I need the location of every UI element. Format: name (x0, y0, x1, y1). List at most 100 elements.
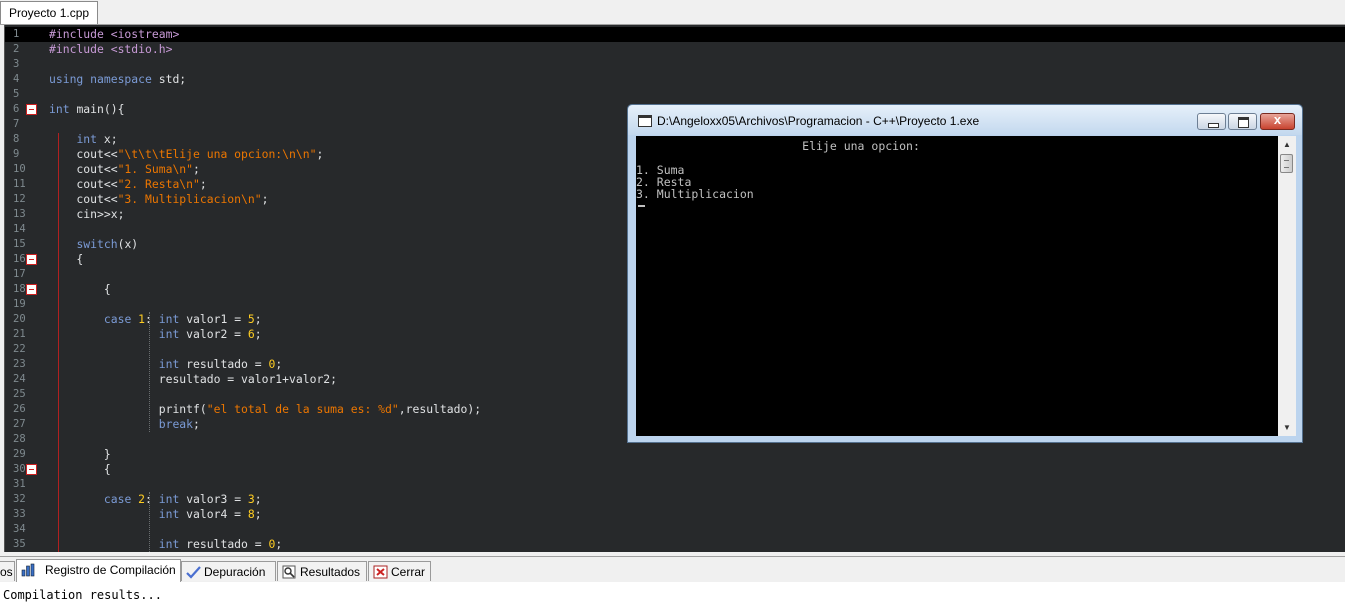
code-token: 3 (247, 492, 255, 506)
line-number: 12 (13, 193, 26, 205)
code-token: ; (254, 492, 262, 506)
code-line[interactable]: cout<<"1. Suma\n"; (49, 162, 199, 177)
line-number: 8 (13, 133, 20, 145)
console-window[interactable]: D:\Angeloxx05\Archivos\Programacion - C+… (627, 104, 1303, 443)
scroll-down-arrow-icon[interactable]: ▼ (1278, 419, 1296, 436)
code-token: #include <stdio.h> (49, 42, 173, 56)
fold-toggle-icon[interactable] (26, 254, 37, 265)
code-token: cout<< (49, 147, 118, 161)
code-line[interactable]: cout<<"\t\t\tElije una opcion:\n\n"; (49, 147, 323, 162)
code-token: 1 (138, 312, 146, 326)
console-title: D:\Angeloxx05\Archivos\Programacion - C+… (657, 114, 980, 128)
code-token: ; (254, 507, 262, 521)
line-number: 25 (13, 388, 26, 400)
code-line[interactable]: int x; (49, 132, 117, 147)
line-number: 34 (13, 523, 26, 535)
tab-depuracion[interactable]: Depuración (181, 561, 276, 581)
console-text-area: Elije una opcion: 1. Suma 2. Resta 3. Multi… (636, 136, 1278, 436)
code-line[interactable]: } (49, 447, 111, 462)
close-icon: x (1273, 112, 1282, 127)
code-line[interactable]: resultado = valor1+valor2; (49, 372, 337, 387)
fold-toggle-icon[interactable] (26, 284, 37, 295)
line-number: 15 (13, 238, 26, 250)
line-number: 19 (13, 298, 26, 310)
code-token: : (145, 312, 159, 326)
code-token: { (49, 282, 111, 296)
code-line[interactable]: int main(){ (49, 102, 124, 117)
code-line[interactable]: cout<<"2. Resta\n"; (49, 177, 207, 192)
code-line[interactable]: { (49, 252, 83, 267)
code-line[interactable]: #include <stdio.h> (49, 42, 172, 57)
close-icon (373, 565, 388, 579)
line-number: 31 (13, 478, 26, 490)
console-line: 3. Multiplicacion (636, 187, 754, 201)
tab-compilador[interactable]: os (0, 561, 15, 581)
code-line[interactable]: int valor4 = 8; (49, 507, 262, 522)
console-output[interactable]: Elije una opcion: 1. Suma 2. Resta 3. Multi… (636, 136, 1296, 436)
code-token: valor1 = (186, 312, 248, 326)
code-token: ; (254, 327, 262, 341)
close-window-button[interactable]: x (1260, 112, 1295, 130)
code-line[interactable]: case 2: int valor3 = 3; (49, 492, 262, 507)
code-token: main(){ (76, 102, 125, 116)
code-token: "1. Suma\n" (117, 162, 194, 176)
code-line[interactable]: printf("el total de la suma es: %d",resu… (49, 402, 481, 417)
code-token: int (158, 327, 187, 341)
code-token: cin>>x; (49, 207, 125, 221)
code-line[interactable]: #include <iostream> (49, 27, 179, 42)
scroll-up-arrow-icon[interactable]: ▲ (1278, 136, 1296, 153)
code-line[interactable]: cin>>x; (49, 207, 124, 222)
line-number: 21 (13, 328, 26, 340)
code-token: { (49, 252, 84, 266)
code-token: valor2 = (186, 327, 248, 341)
console-title-bar[interactable]: D:\Angeloxx05\Archivos\Programacion - C+… (628, 105, 1302, 135)
line-number: 1 (13, 28, 20, 40)
minimize-button[interactable] (1197, 113, 1226, 130)
code-line[interactable]: int valor2 = 6; (49, 327, 262, 342)
tab-resultados[interactable]: Resultados (277, 561, 367, 581)
fold-margin (26, 25, 59, 552)
code-line[interactable]: break; (49, 417, 200, 432)
line-number: 29 (13, 448, 26, 460)
code-line[interactable]: { (49, 282, 111, 297)
code-line[interactable]: { (49, 462, 111, 477)
tab-cerrar[interactable]: Cerrar (368, 561, 431, 581)
fold-toggle-icon[interactable] (26, 464, 37, 475)
console-scrollbar[interactable]: ▲ ▼ (1278, 136, 1296, 436)
code-line[interactable]: int resultado = 0; (49, 357, 282, 372)
code-line[interactable]: switch(x) (49, 237, 138, 252)
code-token: int (158, 537, 187, 551)
line-number: 26 (13, 403, 26, 415)
code-token: 2 (138, 492, 146, 506)
editor-tab-bar: Proyecto 1.cpp (0, 0, 1345, 25)
code-token: ; (199, 177, 207, 191)
line-number: 3 (13, 58, 20, 70)
bottom-panel-tabs: os Registro de Compilación Depuración Re… (0, 556, 1345, 582)
code-token: switch (76, 237, 118, 251)
console-line: Elije una opcion: (636, 139, 920, 153)
code-token: 8 (247, 507, 255, 521)
tab-proyecto-cpp[interactable]: Proyecto 1.cpp (0, 1, 99, 24)
tab-registro-compilacion[interactable]: Registro de Compilación (16, 559, 181, 582)
code-token: cout<< (49, 177, 118, 191)
console-app-icon (638, 115, 652, 127)
code-token: ; (316, 147, 324, 161)
code-token: int (158, 492, 187, 506)
compiler-output-panel[interactable]: Compilation results... (0, 582, 1345, 605)
code-token: ; (275, 357, 283, 371)
code-line[interactable]: int resultado = 0; (49, 537, 282, 552)
code-token: "\t\t\tElije una opcion:\n\n" (117, 147, 317, 161)
fold-toggle-icon[interactable] (26, 104, 37, 115)
code-token: valor4 = (186, 507, 248, 521)
indent-guide (149, 312, 150, 432)
maximize-button[interactable] (1228, 113, 1257, 130)
scrollbar-thumb[interactable] (1280, 154, 1293, 173)
code-line[interactable]: using namespace std; (49, 72, 186, 87)
line-number: 11 (13, 178, 26, 190)
code-line[interactable]: case 1: int valor1 = 5; (49, 312, 262, 327)
code-line[interactable]: cout<<"3. Multiplicacion\n"; (49, 192, 268, 207)
